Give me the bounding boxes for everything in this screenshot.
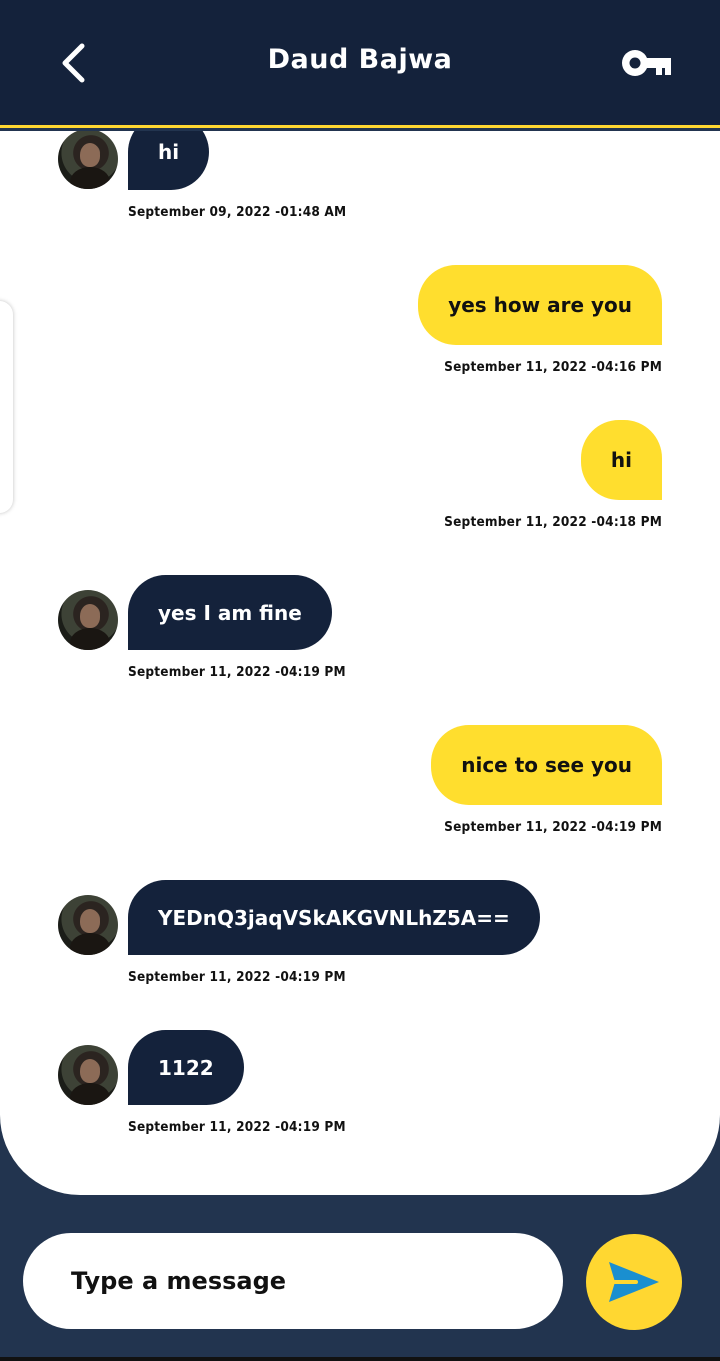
side-drawer-handle[interactable]	[0, 301, 13, 513]
contact-name: Daud Bajwa	[267, 44, 453, 75]
send-button[interactable]	[586, 1234, 682, 1330]
incoming-message-bubble: yes I am fine	[128, 575, 332, 650]
message-timestamp: September 11, 2022 -04:19 PM	[128, 1119, 346, 1135]
message-timestamp: September 09, 2022 -01:48 AM	[128, 204, 347, 220]
incoming-message-bubble: 1122	[128, 1030, 244, 1105]
avatar	[58, 1045, 118, 1105]
outgoing-message-bubble: nice to see you	[431, 725, 662, 805]
send-icon	[609, 1262, 659, 1302]
key-button[interactable]	[620, 46, 674, 80]
avatar	[58, 895, 118, 955]
app-header: Daud Bajwa	[0, 0, 720, 128]
incoming-message-bubble: YEDnQ3jaqVSkAKGVNLhZ5A==	[128, 880, 540, 955]
incoming-message-bubble: hi	[128, 131, 210, 190]
outgoing-message-bubble: hi	[580, 420, 662, 500]
key-icon	[622, 50, 671, 76]
outgoing-message-bubble: yes how are you	[418, 265, 662, 345]
message-timestamp: September 11, 2022 -04:19 PM	[128, 664, 346, 680]
message-input[interactable]	[23, 1233, 563, 1329]
message-timestamp: September 11, 2022 -04:19 PM	[128, 969, 346, 985]
avatar	[58, 590, 118, 650]
message-timestamp: September 11, 2022 -04:18 PM	[444, 514, 662, 530]
chat-screen: Daud Bajwa hi September 09, 2022 -01:48 …	[0, 0, 720, 1361]
message-list[interactable]: hi September 09, 2022 -01:48 AM yes how …	[0, 131, 720, 1195]
message-timestamp: September 11, 2022 -04:19 PM	[444, 819, 662, 835]
avatar	[58, 131, 118, 189]
bottom-edge	[0, 1357, 720, 1361]
message-timestamp: September 11, 2022 -04:16 PM	[444, 359, 662, 375]
